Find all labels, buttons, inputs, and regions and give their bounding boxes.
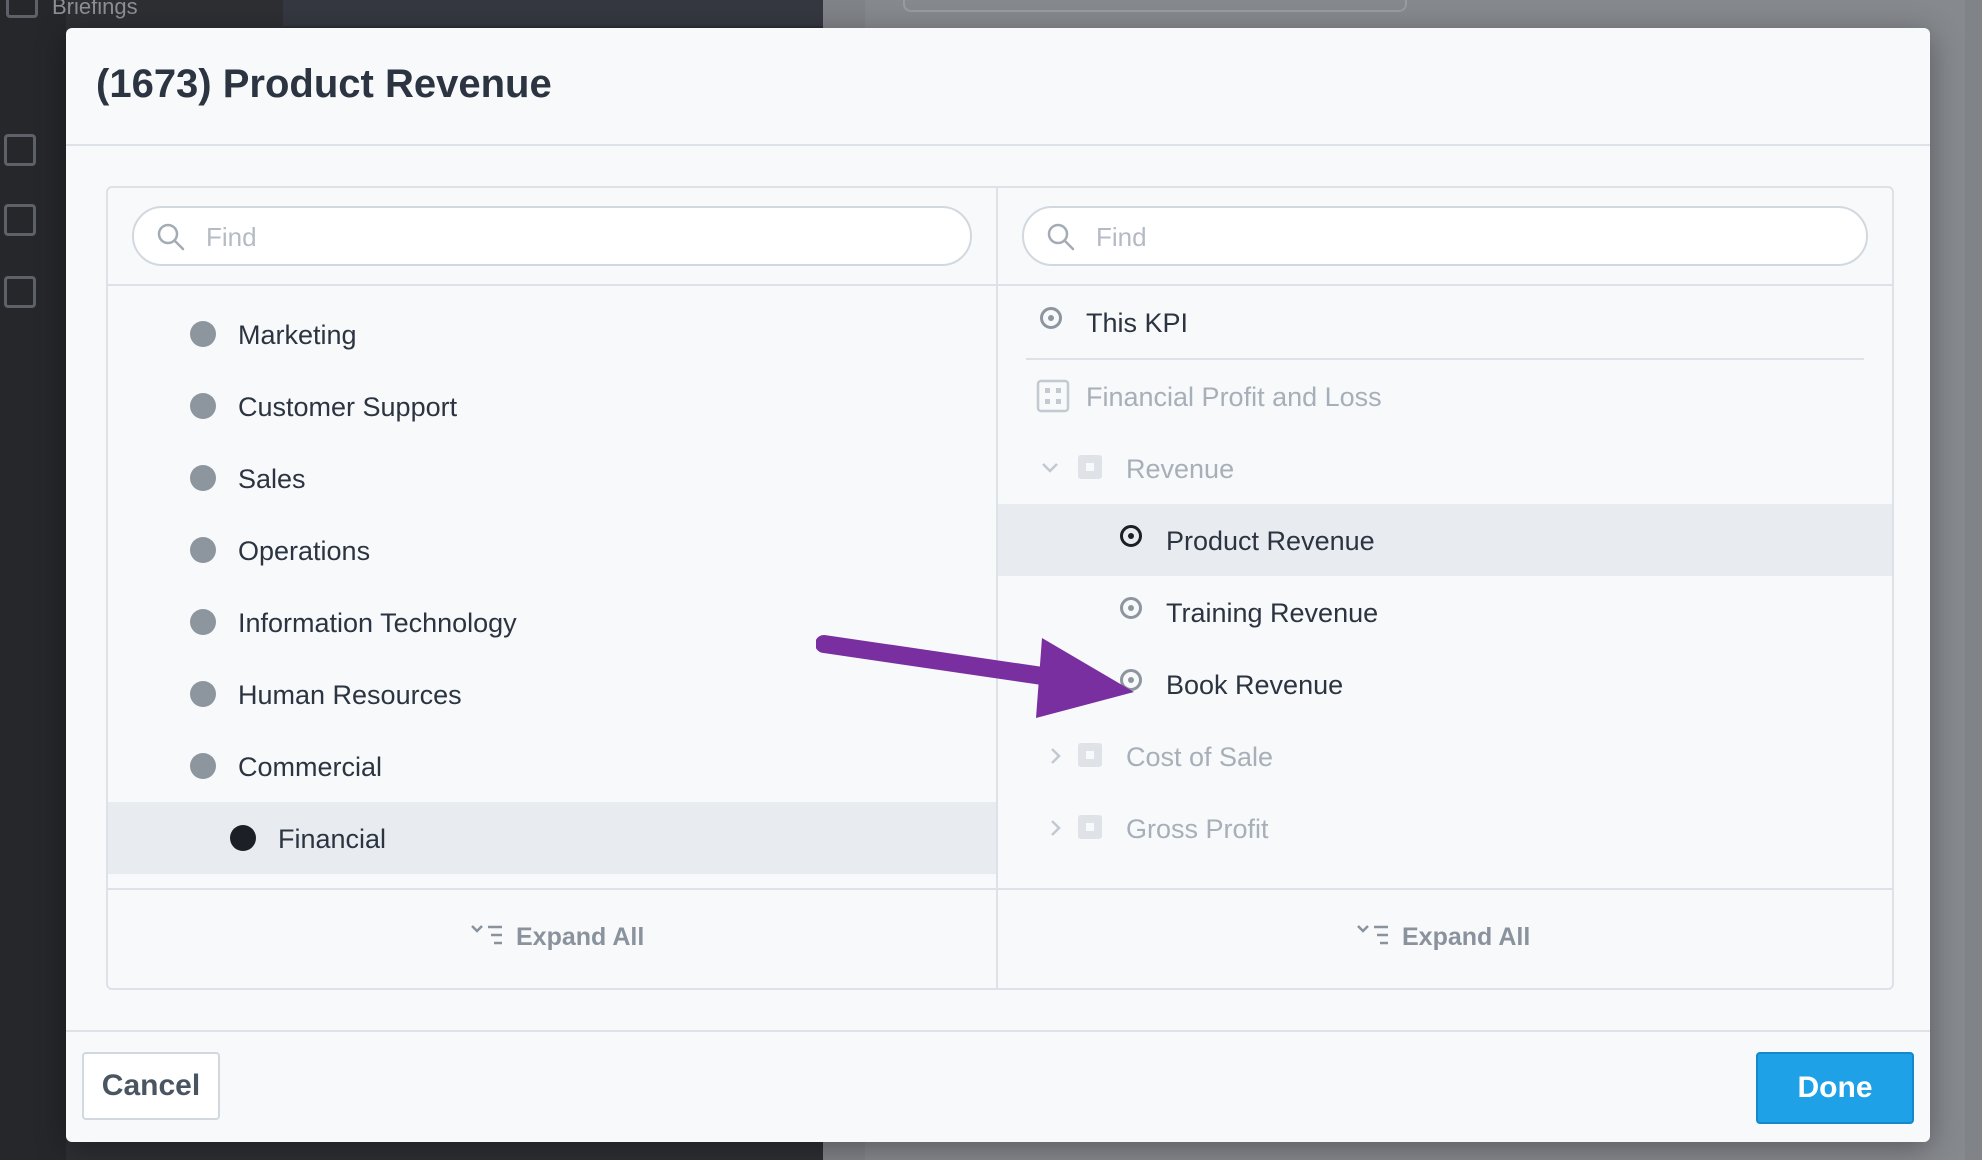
- expand-all-icon: [1357, 925, 1388, 945]
- background-scorecard-icon: [4, 134, 36, 166]
- chevron-right-icon[interactable]: [1046, 746, 1066, 766]
- kpi-target-icon: [1040, 307, 1062, 329]
- list-item-label: Operations: [238, 536, 371, 566]
- kpi-tree: This KPI Financial Profit and Loss Reven…: [998, 286, 1892, 888]
- status-dot-icon: [190, 321, 216, 347]
- status-dot-icon: [190, 681, 216, 707]
- objective-square-icon: [1078, 455, 1102, 479]
- left-search-input[interactable]: [204, 208, 877, 266]
- done-button[interactable]: Done: [1756, 1052, 1914, 1124]
- tree-item-revenue[interactable]: Revenue: [998, 432, 1892, 504]
- list-item-label: Financial: [278, 824, 387, 854]
- list-item-marketing[interactable]: Marketing: [108, 298, 996, 370]
- expand-all-icon: [471, 925, 502, 945]
- background-file-icon: [4, 276, 36, 308]
- chevron-right-icon[interactable]: [1046, 818, 1066, 838]
- status-dot-icon: [230, 825, 256, 851]
- objective-square-icon: [1078, 743, 1102, 767]
- tree-item-cost-of-sale[interactable]: Cost of Sale: [998, 720, 1892, 792]
- status-dot-icon: [190, 393, 216, 419]
- tree-item-label: Cost of Sale: [1126, 742, 1274, 772]
- list-item-label: Human Resources: [238, 680, 462, 710]
- status-dot-icon: [190, 537, 216, 563]
- scorecard-list-panel: Marketing Customer Support Sales Operati…: [108, 188, 998, 988]
- background-briefings-icon: [6, 0, 38, 18]
- objective-square-icon: [1078, 815, 1102, 839]
- department-list: Marketing Customer Support Sales Operati…: [108, 286, 996, 888]
- tree-item-label: Revenue: [1126, 454, 1235, 484]
- background-nav-briefings: Briefings: [52, 0, 138, 19]
- kpi-target-icon: [1120, 525, 1142, 547]
- left-search-box[interactable]: [132, 206, 972, 266]
- dialog-header: (1673) Product Revenue: [66, 28, 1930, 146]
- tree-item-this-kpi[interactable]: This KPI: [998, 286, 1892, 360]
- tree-item-label: Training Revenue: [1166, 598, 1379, 628]
- tree-item-label: Financial Profit and Loss: [1086, 382, 1382, 412]
- expand-all-label: Expand All: [1402, 923, 1531, 951]
- kpi-picker-dialog: (1673) Product Revenue Find Marketing Cu…: [66, 28, 1930, 1142]
- expand-all-label: Expand All: [516, 923, 645, 951]
- background-icon-strip: [0, 0, 66, 1160]
- kpi-target-icon: [1120, 597, 1142, 619]
- list-item-label: Marketing: [238, 320, 357, 350]
- list-item-label: Commercial: [238, 752, 383, 782]
- right-search-input[interactable]: [1094, 208, 1772, 266]
- cancel-button[interactable]: Cancel: [82, 1052, 220, 1120]
- search-icon: [1047, 223, 1075, 251]
- left-search-area: [108, 188, 996, 286]
- tree-item-label: This KPI: [1086, 308, 1189, 338]
- list-item-operations[interactable]: Operations: [108, 514, 996, 586]
- status-dot-icon: [190, 609, 216, 635]
- tree-item-label: Product Revenue: [1166, 526, 1375, 556]
- list-item-financial[interactable]: Financial: [108, 802, 996, 874]
- annotation-arrow-icon: [816, 635, 1134, 718]
- list-item-label: Sales: [238, 464, 306, 494]
- tree-item-label: Gross Profit: [1126, 814, 1269, 844]
- tree-item-gross-profit[interactable]: Gross Profit: [998, 792, 1892, 864]
- right-panel-footer: Expand All: [998, 888, 1892, 988]
- status-dot-icon: [190, 465, 216, 491]
- list-item-label: Customer Support: [238, 392, 458, 422]
- right-search-box[interactable]: [1022, 206, 1868, 266]
- tree-item-product-revenue[interactable]: Product Revenue: [998, 504, 1892, 576]
- background-topbar: [283, 0, 823, 26]
- dialog-title: (1673) Product Revenue: [96, 62, 552, 106]
- right-search-area: [998, 188, 1892, 286]
- tree-item-scorecard: Financial Profit and Loss: [998, 360, 1892, 432]
- background-card: [903, 0, 1407, 12]
- picker-panels: Marketing Customer Support Sales Operati…: [106, 186, 1894, 990]
- chevron-down-icon[interactable]: [1040, 458, 1060, 478]
- background-checkbox-icon: [4, 204, 36, 236]
- list-item-commercial[interactable]: Commercial: [108, 730, 996, 802]
- status-dot-icon: [190, 753, 216, 779]
- kpi-tree-panel: This KPI Financial Profit and Loss: [998, 188, 1892, 988]
- list-item-label: Information Technology: [238, 608, 517, 638]
- dialog-footer: Cancel Done: [66, 1030, 1930, 1142]
- tree-item-label: Book Revenue: [1166, 670, 1344, 700]
- list-item-sales[interactable]: Sales: [108, 442, 996, 514]
- search-icon: [157, 223, 185, 251]
- list-item-customer-support[interactable]: Customer Support: [108, 370, 996, 442]
- dialog-body: Marketing Customer Support Sales Operati…: [66, 146, 1930, 1028]
- scorecard-grid-icon: [1036, 379, 1070, 413]
- left-panel-footer: Expand All: [108, 888, 996, 988]
